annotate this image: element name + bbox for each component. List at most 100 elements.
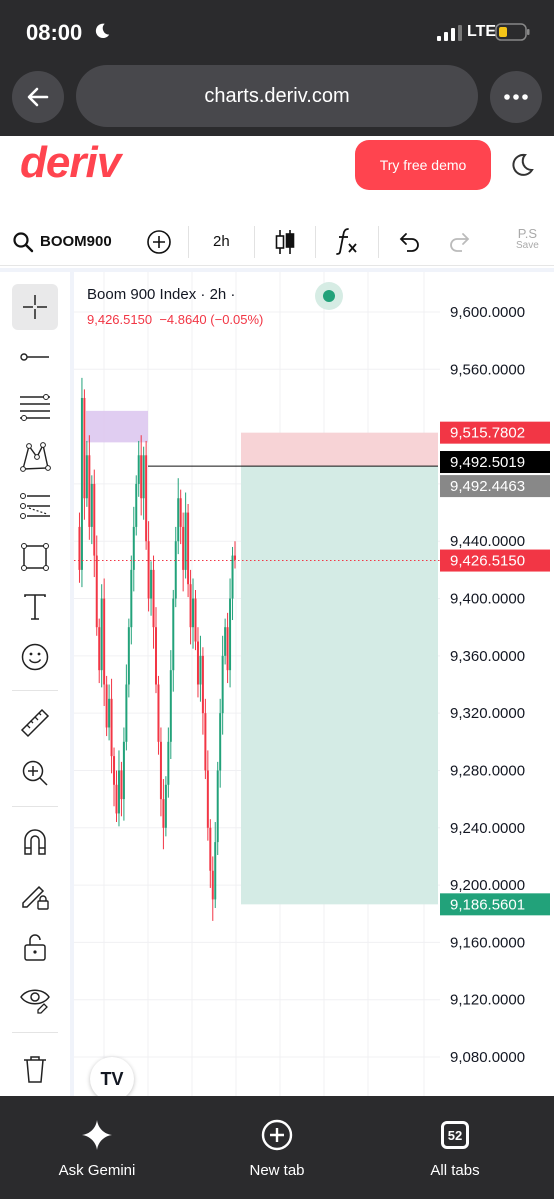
hide-drawings-tool[interactable]	[12, 976, 58, 1022]
plus-circle-icon	[261, 1119, 293, 1151]
ask-gemini-label: Ask Gemini	[58, 1162, 136, 1179]
market-status-indicator[interactable]	[315, 282, 343, 310]
candle-body	[229, 598, 232, 671]
fib-retracement-icon	[20, 394, 50, 421]
try-free-demo-button[interactable]: Try free demo	[355, 140, 491, 190]
candle-body	[95, 555, 98, 628]
candle-body	[135, 483, 138, 527]
new-tab-button[interactable]: New tab	[202, 1118, 352, 1179]
back-button[interactable]	[12, 71, 64, 123]
candle-body	[164, 784, 167, 828]
candlestick-chart[interactable]: 9,600.00009,560.00009,480.00009,440.0000…	[74, 272, 554, 1096]
browser-bottom-nav: Ask Gemini New tab 52 All tabs	[0, 1096, 554, 1199]
undo-icon[interactable]	[398, 230, 420, 252]
candle-body	[127, 627, 130, 685]
price-chart[interactable]: 9,600.00009,560.00009,480.00009,440.0000…	[74, 272, 554, 1096]
tradingview-logo[interactable]: TV	[90, 1057, 134, 1096]
signal-icon	[437, 25, 462, 41]
toolbar-separator	[378, 226, 379, 258]
candle-body	[78, 526, 81, 570]
candle-body	[182, 526, 185, 570]
address-bar[interactable]: charts.deriv.com	[76, 65, 531, 127]
more-menu-button[interactable]	[490, 71, 542, 123]
search-icon[interactable]	[12, 231, 34, 253]
candle-body	[130, 569, 133, 628]
candle-body	[140, 455, 143, 499]
candle-body	[192, 598, 195, 628]
axis-tick-label: 9,440.0000	[450, 533, 525, 550]
chart-toolbar: BOOM900 2h P.S Save	[0, 218, 554, 266]
candle-body	[206, 770, 209, 828]
candle-body	[103, 598, 106, 685]
ask-gemini-button[interactable]: Ask Gemini	[22, 1118, 172, 1179]
save-layout-button[interactable]: P.S Save	[516, 227, 539, 252]
gemini-star-icon	[82, 1120, 112, 1150]
candle-body	[179, 498, 182, 527]
candle-body	[122, 741, 125, 800]
drawing-toolbar	[0, 272, 70, 1096]
all-tabs-button[interactable]: 52 All tabs	[380, 1118, 530, 1179]
forecast-tool[interactable]	[12, 484, 58, 530]
axis-tick-label: 9,560.0000	[450, 361, 525, 378]
magnet-icon	[24, 829, 46, 855]
axis-tick-label: 9,400.0000	[450, 591, 525, 608]
moon-icon	[95, 23, 110, 39]
candle-body	[150, 569, 153, 599]
candle-body	[226, 627, 229, 671]
fib-tool[interactable]	[12, 384, 58, 430]
candle-body	[221, 655, 224, 714]
candle-body	[142, 455, 145, 499]
candle-body	[147, 541, 150, 599]
status-time: 08:00	[26, 20, 83, 45]
price-axis	[440, 272, 554, 1096]
candle-body	[85, 455, 88, 499]
zoom-tool[interactable]	[12, 750, 58, 796]
horizontal-ray-icon	[20, 353, 49, 361]
price-label: 9,515.7802	[450, 425, 525, 442]
deriv-logo[interactable]: deriv	[20, 138, 121, 188]
candle-body	[187, 512, 190, 585]
measure-tool[interactable]	[12, 700, 58, 746]
shapes-tool[interactable]	[12, 534, 58, 580]
more-dots-icon	[504, 94, 528, 100]
legend-title: Boom 900 Index · 2h ·	[87, 286, 236, 303]
axis-tick-label: 9,120.0000	[450, 992, 525, 1009]
candles-icon[interactable]	[272, 228, 298, 256]
candle-body	[219, 713, 222, 771]
trend-line-tool[interactable]	[12, 334, 58, 380]
text-tool[interactable]	[12, 584, 58, 630]
candle-body	[216, 770, 219, 843]
crosshair-tool[interactable]	[12, 284, 58, 330]
price-label: 9,426.5150	[450, 553, 525, 570]
indicators-fx-icon[interactable]	[334, 226, 360, 256]
candle-body	[224, 627, 227, 656]
price-label: 9,186.5601	[450, 896, 525, 913]
axis-tick-label: 9,360.0000	[450, 648, 525, 665]
magnet-tool[interactable]	[12, 818, 58, 864]
compare-add-icon[interactable]	[146, 229, 172, 255]
candle-body	[117, 770, 120, 814]
candle-body	[167, 741, 170, 785]
remove-drawings-tool[interactable]	[12, 1046, 58, 1092]
theme-toggle-icon[interactable]	[509, 152, 535, 178]
candle-body	[105, 684, 108, 728]
candle-body	[88, 455, 91, 527]
candle-body	[137, 455, 140, 484]
candle-body	[174, 541, 177, 599]
emoji-tool[interactable]	[12, 634, 58, 680]
xabcd-pattern-icon	[20, 442, 51, 472]
candle-body	[110, 698, 113, 757]
interval-selector[interactable]: 2h	[213, 233, 230, 250]
symbol-selector[interactable]: BOOM900	[40, 233, 112, 250]
candle-body	[214, 842, 217, 900]
axis-tick-label: 9,080.0000	[450, 1049, 525, 1066]
candle-body	[172, 598, 175, 671]
pattern-tool[interactable]	[12, 434, 58, 480]
candle-body	[83, 397, 86, 499]
unlock-icon	[24, 934, 46, 961]
redo-icon[interactable]	[449, 230, 471, 252]
lock-all-tool[interactable]	[12, 924, 58, 970]
crosshair-icon	[23, 295, 47, 319]
toolbar-separator	[188, 226, 189, 258]
lock-drawing-tool[interactable]	[12, 872, 58, 918]
